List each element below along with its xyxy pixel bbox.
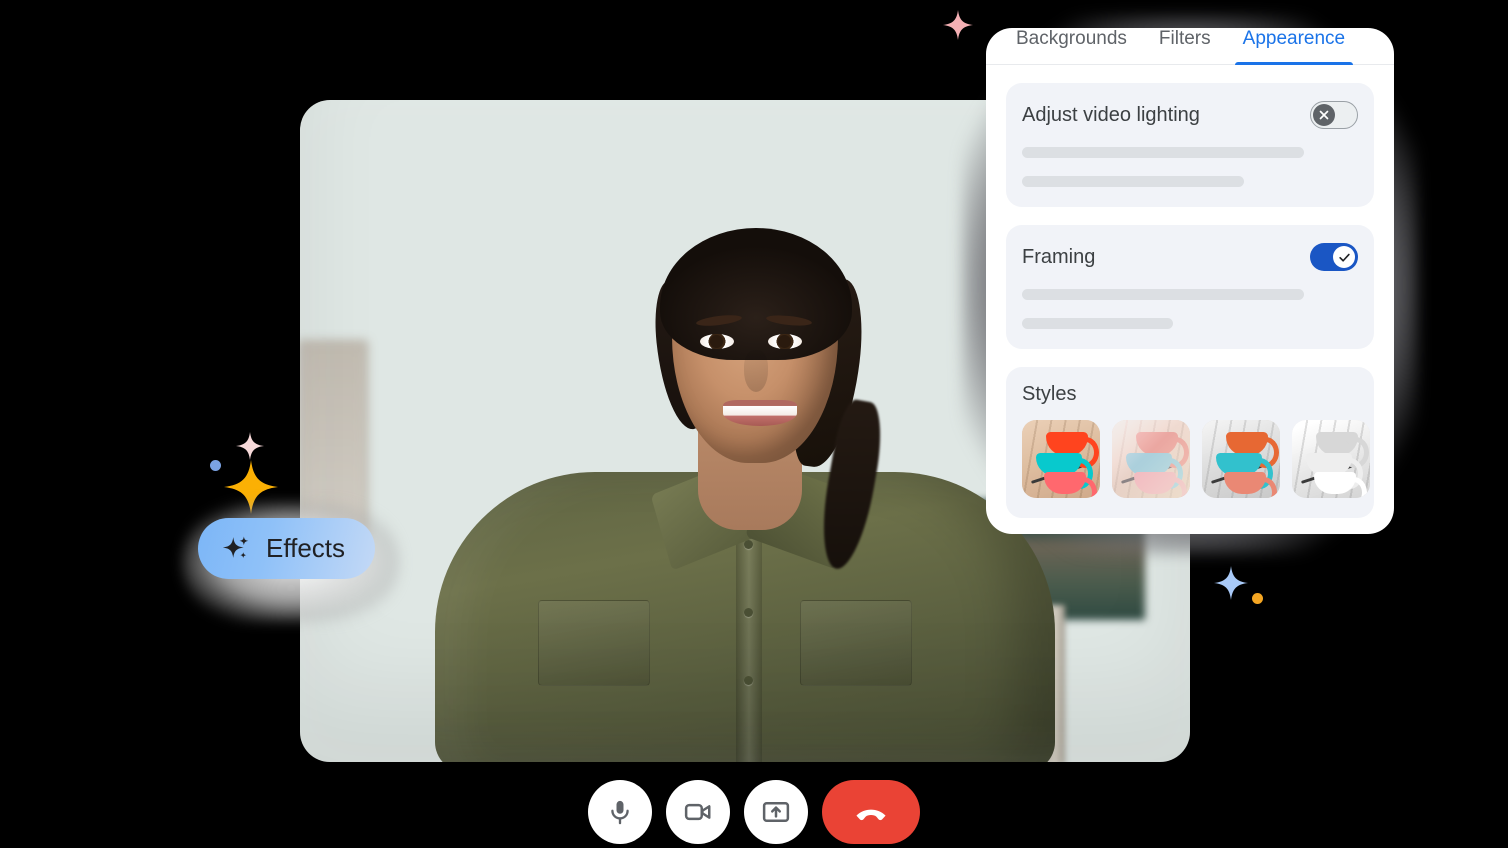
close-icon (1319, 110, 1329, 120)
adjust-video-lighting-toggle[interactable] (1310, 101, 1358, 129)
tab-filters[interactable]: Filters (1143, 28, 1227, 64)
tab-appearence[interactable]: Appearence (1227, 28, 1361, 65)
present-screen-icon (762, 802, 790, 822)
video-camera-icon (684, 803, 711, 821)
hair-top (660, 228, 852, 360)
shirt-button-2 (744, 608, 753, 617)
effects-button[interactable]: Effects (198, 518, 376, 579)
styles-thumbnail-list (1022, 420, 1370, 498)
style-thumbnail-original[interactable] (1022, 420, 1100, 498)
call-controls-bar (0, 780, 1508, 844)
toggle-knob (1333, 246, 1355, 268)
adjust-video-lighting-label: Adjust video lighting (1022, 103, 1200, 126)
effects-panel-body: Adjust video lighting Framing Styles (986, 65, 1394, 534)
camera-button[interactable] (666, 780, 730, 844)
check-icon (1338, 253, 1350, 262)
end-call-icon (856, 809, 886, 821)
screenshot-root: Effects Backgrounds Filters Appearence A… (0, 0, 1508, 848)
tab-backgrounds[interactable]: Backgrounds (1000, 28, 1143, 64)
styles-label: Styles (1022, 383, 1077, 405)
style-thumbnail-grayscale[interactable] (1292, 420, 1370, 498)
framing-label: Framing (1022, 245, 1096, 268)
shirt-pocket-right (800, 600, 912, 686)
placeholder-bar (1022, 289, 1305, 300)
end-call-button[interactable] (822, 780, 920, 844)
cup-middle (1126, 453, 1183, 490)
setting-card-adjust-video-lighting: Adjust video lighting (1006, 83, 1374, 207)
shirt-button-3 (744, 676, 753, 685)
effects-panel: Backgrounds Filters Appearence Adjust vi… (986, 28, 1394, 534)
shirt-placket (736, 530, 762, 762)
present-screen-button[interactable] (744, 780, 808, 844)
sparkle-blue-right-icon (1214, 566, 1248, 600)
toggle-knob (1313, 104, 1335, 126)
effects-panel-tabs: Backgrounds Filters Appearence (986, 28, 1394, 65)
style-thumbnail-hazy-pink[interactable] (1112, 420, 1190, 498)
shirt-pocket-left (538, 600, 650, 686)
cup-bottom (1134, 472, 1187, 498)
effects-button-group: Effects (182, 502, 400, 622)
dot-orange-right-icon (1252, 593, 1263, 604)
shirt-button-1 (744, 540, 753, 549)
microphone-icon (611, 800, 629, 825)
nose (744, 350, 768, 392)
style-thumbnail-cool[interactable] (1202, 420, 1280, 498)
effects-button-label: Effects (266, 533, 346, 563)
placeholder-bar (1022, 176, 1244, 187)
setting-card-framing: Framing (1006, 225, 1374, 349)
microphone-button[interactable] (588, 780, 652, 844)
framing-toggle[interactable] (1310, 243, 1358, 271)
pupil-left (710, 335, 723, 348)
thumbnail-straw (1120, 463, 1178, 484)
placeholder-bar (1022, 318, 1174, 329)
setting-header: Framing (1022, 243, 1358, 271)
sparkle-icon (222, 536, 249, 558)
setting-header: Adjust video lighting (1022, 101, 1358, 129)
pupil-right (778, 335, 791, 348)
smiling-mouth (723, 400, 797, 426)
placeholder-bar (1022, 147, 1305, 158)
thumbnail-wood-surface (1112, 420, 1190, 498)
cup-top (1136, 432, 1189, 469)
dot-blue-left-icon (210, 460, 221, 471)
sparkle-pink-left-icon (236, 432, 264, 460)
styles-card: Styles (1006, 367, 1374, 518)
